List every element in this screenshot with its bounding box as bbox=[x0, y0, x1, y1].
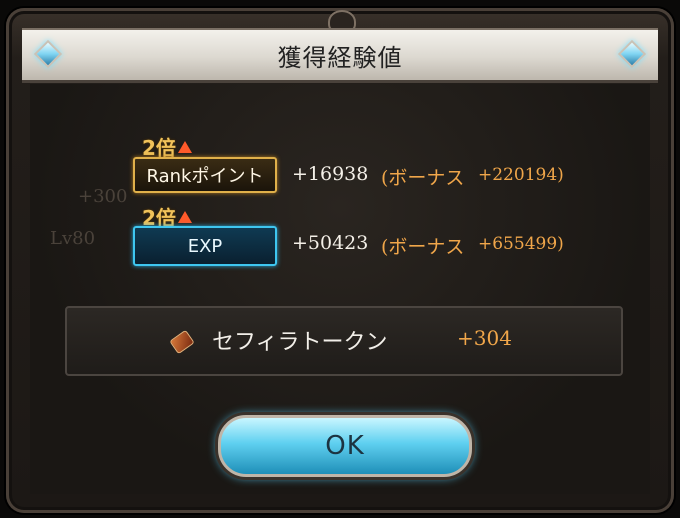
exp-label-text: EXP bbox=[187, 235, 223, 257]
rank-points-label-text: Rankポイント bbox=[146, 166, 264, 187]
exp-bonus-value: +655499) bbox=[478, 234, 564, 254]
item-name: セフィラトークン bbox=[212, 330, 388, 355]
arrow-up-icon bbox=[177, 141, 192, 153]
ok-button[interactable]: OK bbox=[218, 415, 472, 477]
item-count: +304 bbox=[457, 326, 512, 350]
rank-bonus-label: (ボーナス bbox=[381, 167, 465, 189]
rank-points-label: Rankポイント bbox=[133, 157, 277, 193]
sephira-token-icon bbox=[169, 329, 195, 355]
background-ghost-value: +300 bbox=[78, 186, 128, 207]
dialog-title: 獲得経験値 bbox=[277, 43, 403, 72]
rank-bonus-value: +220194) bbox=[478, 165, 564, 185]
exp-value: +50423 bbox=[292, 232, 369, 254]
exp-label: EXP bbox=[133, 226, 277, 266]
background-ghost-level: Lv80 bbox=[50, 228, 96, 249]
exp-bonus-label: (ボーナス bbox=[381, 236, 465, 258]
rank-points-value: +16938 bbox=[292, 163, 369, 185]
item-reward-panel: セフィラトークン +304 bbox=[65, 306, 623, 376]
arrow-up-icon bbox=[177, 211, 192, 223]
dialog-titlebar: 獲得経験値 bbox=[22, 28, 658, 83]
ok-button-label: OK bbox=[325, 431, 365, 461]
